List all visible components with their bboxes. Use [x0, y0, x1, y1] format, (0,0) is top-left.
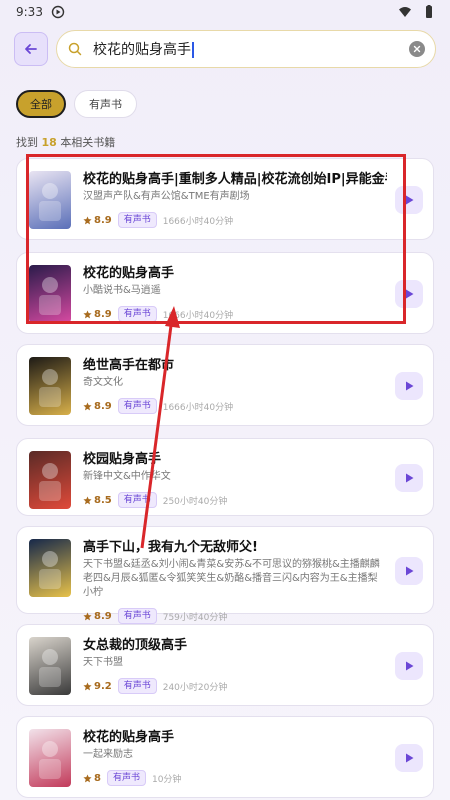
annotation-arrow	[140, 306, 180, 549]
